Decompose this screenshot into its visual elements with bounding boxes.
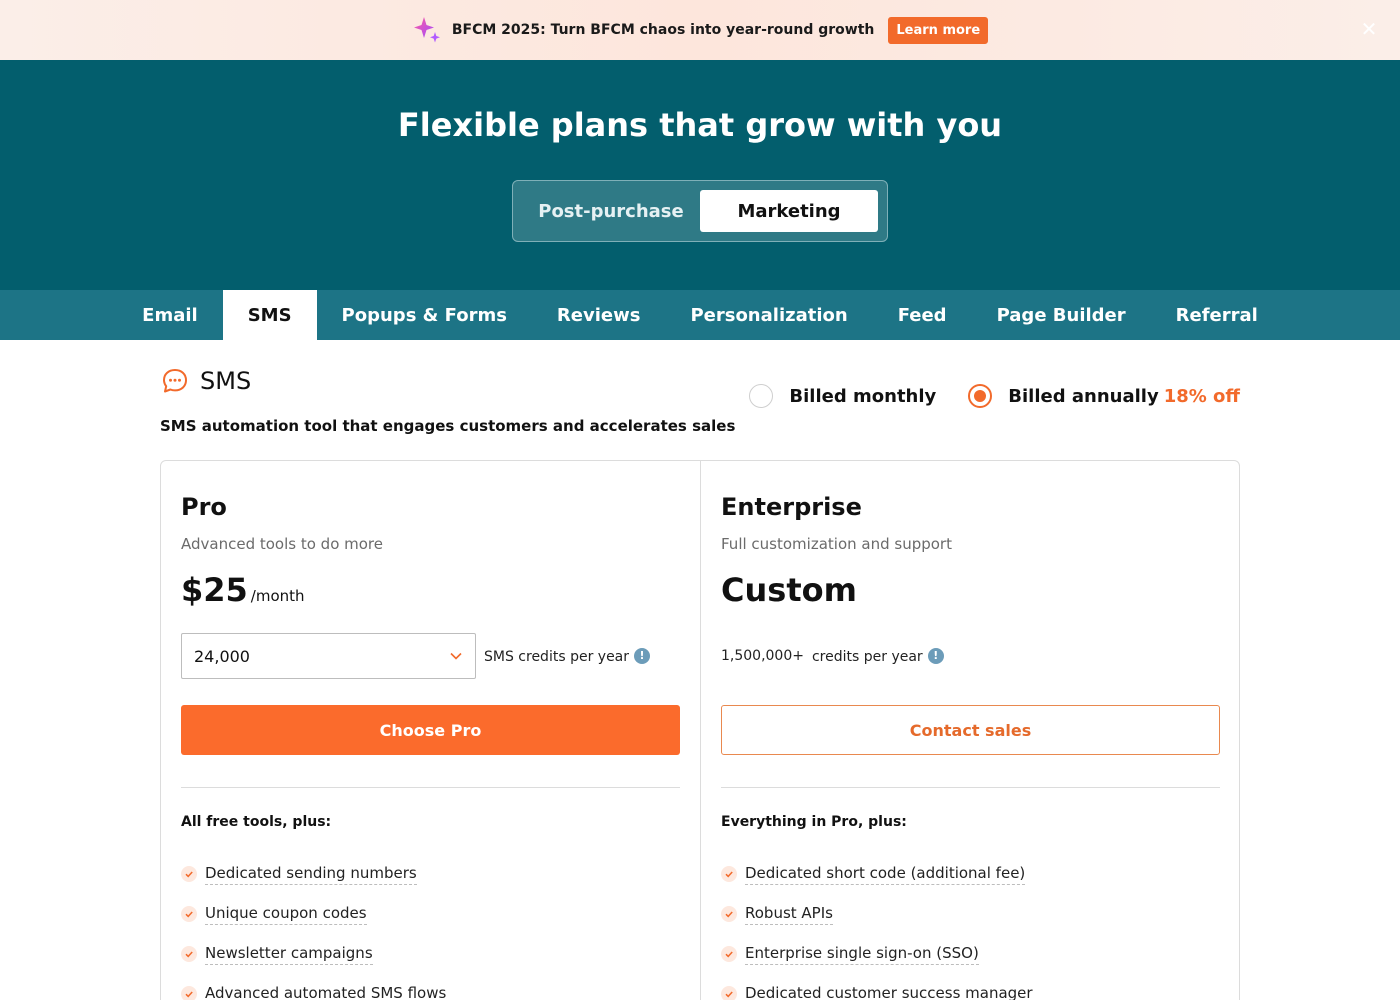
choose-pro-button[interactable]: Choose Pro xyxy=(181,705,680,755)
plan-name: Enterprise xyxy=(721,493,862,521)
billed-monthly-radio[interactable] xyxy=(749,384,774,408)
product-tabs: Email SMS Popups & Forms Reviews Persona… xyxy=(0,290,1400,340)
switch-option-marketing[interactable]: Marketing xyxy=(700,190,878,232)
list-item: Newsletter campaigns xyxy=(181,934,680,974)
plans-container: Pro Advanced tools to do more $25 /month… xyxy=(160,460,1240,1000)
billed-annually-radio[interactable] xyxy=(968,384,993,408)
tab-sms[interactable]: SMS xyxy=(222,290,317,340)
switch-option-post-purchase[interactable]: Post-purchase xyxy=(522,190,700,232)
feature-text[interactable]: Dedicated customer success manager xyxy=(745,984,1033,1000)
price-row: $25 /month xyxy=(181,571,680,611)
credits-row: 1,500,000+ credits per year! xyxy=(721,633,1220,679)
promo-content: BFCM 2025: Turn BFCM chaos into year-rou… xyxy=(412,15,989,45)
tab-page-builder[interactable]: Page Builder xyxy=(972,290,1151,340)
check-icon xyxy=(721,946,737,962)
feature-text[interactable]: Enterprise single sign-on (SSO) xyxy=(745,944,979,965)
tab-popups-forms[interactable]: Popups & Forms xyxy=(317,290,532,340)
chat-bubble-icon xyxy=(163,369,187,393)
feature-text[interactable]: Advanced automated SMS flows xyxy=(205,984,446,1000)
credits-select[interactable]: 24,000 xyxy=(181,633,476,679)
product-description: SMS automation tool that engages custome… xyxy=(160,417,736,435)
tab-reviews[interactable]: Reviews xyxy=(532,290,666,340)
hero-section: Flexible plans that grow with you Post-p… xyxy=(0,60,1400,290)
features-heading: Everything in Pro, plus: xyxy=(721,814,907,830)
credits-label: credits per year! xyxy=(811,647,944,665)
chevron-down-icon xyxy=(450,652,462,660)
close-icon[interactable]: ✕ xyxy=(1358,18,1380,40)
check-icon xyxy=(181,866,197,882)
features-heading: All free tools, plus: xyxy=(181,814,332,830)
tab-feed[interactable]: Feed xyxy=(873,290,972,340)
list-item: Dedicated short code (additional fee) xyxy=(721,854,1220,894)
promo-text: BFCM 2025: Turn BFCM chaos into year-rou… xyxy=(451,22,875,38)
contact-sales-button[interactable]: Contact sales xyxy=(721,705,1220,755)
check-icon xyxy=(721,866,737,882)
plan-price: $25 xyxy=(181,571,248,609)
credits-value: 1,500,000+ xyxy=(721,648,804,664)
feature-text[interactable]: Dedicated sending numbers xyxy=(205,864,417,885)
feature-text[interactable]: Robust APIs xyxy=(745,904,833,925)
list-item: Enterprise single sign-on (SSO) xyxy=(721,934,1220,974)
plan-price: Custom xyxy=(721,571,857,609)
list-item: Robust APIs xyxy=(721,894,1220,934)
billed-annually-text: Billed annually xyxy=(1008,385,1159,407)
divider xyxy=(181,787,680,788)
plan-type-switch: Post-purchase Marketing xyxy=(512,180,888,242)
tab-email[interactable]: Email xyxy=(117,290,223,340)
check-icon xyxy=(181,946,197,962)
learn-more-button[interactable]: Learn more xyxy=(888,16,989,44)
product-title: SMS xyxy=(200,367,252,395)
discount-badge: 18% off xyxy=(1163,385,1240,407)
plan-name: Pro xyxy=(181,493,227,521)
plan-enterprise: Enterprise Full customization and suppor… xyxy=(700,461,1240,1000)
product-header: SMS xyxy=(160,366,251,396)
plan-pro: Pro Advanced tools to do more $25 /month… xyxy=(161,461,700,1000)
list-item: Advanced automated SMS flows xyxy=(181,974,680,1000)
feature-text[interactable]: Newsletter campaigns xyxy=(205,944,373,965)
plan-subtitle: Full customization and support xyxy=(721,535,952,553)
check-icon xyxy=(721,906,737,922)
billing-toggle: Billed monthly Billed annually 18% off xyxy=(749,384,1240,408)
info-icon[interactable]: ! xyxy=(634,647,651,664)
feature-text[interactable]: Unique coupon codes xyxy=(205,904,367,925)
check-icon xyxy=(181,906,197,922)
promo-banner: BFCM 2025: Turn BFCM chaos into year-rou… xyxy=(0,0,1400,60)
feature-list: Dedicated short code (additional fee) Ro… xyxy=(721,854,1220,1000)
info-icon[interactable]: ! xyxy=(927,647,944,664)
check-icon xyxy=(181,986,197,1000)
billed-monthly-label[interactable]: Billed monthly xyxy=(789,386,936,407)
billed-annually-label[interactable]: Billed annually 18% off xyxy=(1008,386,1240,407)
credits-select-value: 24,000 xyxy=(194,646,250,666)
feature-text[interactable]: Dedicated short code (additional fee) xyxy=(745,864,1026,885)
price-period: /month xyxy=(250,587,305,605)
list-item: Dedicated sending numbers xyxy=(181,854,680,894)
divider xyxy=(721,787,1220,788)
tab-personalization[interactable]: Personalization xyxy=(665,290,872,340)
credits-label: SMS credits per year! xyxy=(484,647,651,665)
tab-referral[interactable]: Referral xyxy=(1151,290,1283,340)
credits-label-text: credits per year xyxy=(811,648,923,665)
list-item: Unique coupon codes xyxy=(181,894,680,934)
check-icon xyxy=(721,986,737,1000)
plan-subtitle: Advanced tools to do more xyxy=(181,535,383,553)
page-title: Flexible plans that grow with you xyxy=(397,106,1003,144)
sparkle-icon xyxy=(413,17,440,43)
credits-label-text: SMS credits per year xyxy=(484,648,630,665)
feature-list: Dedicated sending numbers Unique coupon … xyxy=(181,854,680,1000)
credits-row: 24,000 SMS credits per year! xyxy=(181,633,680,679)
list-item: Dedicated customer success manager xyxy=(721,974,1220,1000)
